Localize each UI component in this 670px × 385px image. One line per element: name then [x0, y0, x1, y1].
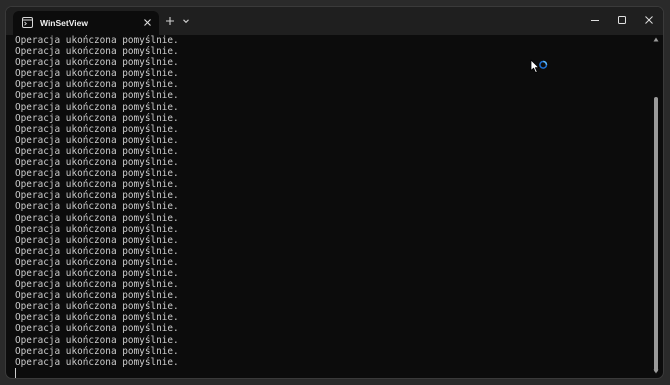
- output-line: Operacja ukończona pomyślnie.: [15, 123, 179, 135]
- output-line: Operacja ukończona pomyślnie.: [15, 35, 179, 46]
- output-line: Operacja ukończona pomyślnie.: [15, 267, 179, 279]
- output-line: Operacja ukończona pomyślnie.: [15, 112, 179, 124]
- output-line: Operacja ukończona pomyślnie.: [15, 334, 179, 346]
- busy-pointer-icon: [530, 59, 548, 74]
- output-line: Operacja ukończona pomyślnie.: [15, 223, 179, 235]
- output-line: Operacja ukończona pomyślnie.: [15, 245, 179, 257]
- output-line: Operacja ukończona pomyślnie.: [15, 279, 179, 291]
- output-line: Operacja ukończona pomyślnie.: [15, 79, 179, 91]
- output-line: Operacja ukończona pomyślnie.: [15, 46, 179, 58]
- terminal-icon: [22, 17, 33, 28]
- terminal-window: WinSetView Operacja ukończona pomyślnie.…: [5, 6, 664, 379]
- output-line: Operacja ukończona pomyślnie.: [15, 57, 179, 69]
- scroll-down-arrow-icon[interactable]: [653, 369, 659, 374]
- output-line: Operacja ukończona pomyślnie.: [15, 356, 179, 368]
- close-icon[interactable]: [142, 17, 153, 28]
- output-line: Operacja ukończona pomyślnie.: [15, 256, 179, 268]
- title-bar[interactable]: WinSetView: [6, 7, 663, 35]
- output-line: Operacja ukończona pomyślnie.: [15, 345, 179, 357]
- close-icon[interactable]: [642, 13, 656, 27]
- scrollbar-thumb[interactable]: [654, 97, 658, 372]
- minimize-icon[interactable]: [588, 13, 602, 27]
- output-line: Operacja ukończona pomyślnie.: [15, 168, 179, 180]
- plus-icon[interactable]: [164, 15, 176, 27]
- output-line: Operacja ukończona pomyślnie.: [15, 101, 179, 113]
- text-cursor: [15, 367, 16, 378]
- output-line: Operacja ukończona pomyślnie.: [15, 157, 179, 169]
- output-line: Operacja ukończona pomyślnie.: [15, 134, 179, 146]
- output-line: Operacja ukończona pomyślnie.: [15, 234, 179, 246]
- tab-winsetview[interactable]: WinSetView: [13, 11, 159, 35]
- output-line: Operacja ukończona pomyślnie.: [15, 68, 179, 80]
- tab-title: WinSetView: [40, 18, 88, 28]
- output-line: Operacja ukończona pomyślnie.: [15, 90, 179, 102]
- prompt-line[interactable]: [15, 367, 651, 378]
- output-line: Operacja ukończona pomyślnie.: [15, 323, 179, 335]
- output-line: Operacja ukończona pomyślnie.: [15, 212, 179, 224]
- output-line: Operacja ukończona pomyślnie.: [15, 301, 179, 313]
- terminal-output[interactable]: Operacja ukończona pomyślnie. Operacja u…: [6, 35, 651, 378]
- scroll-up-arrow-icon[interactable]: [653, 37, 659, 42]
- output-line: Operacja ukończona pomyślnie.: [15, 190, 179, 202]
- output-line: Operacja ukończona pomyślnie.: [15, 290, 179, 302]
- output-line: Operacja ukończona pomyślnie.: [15, 201, 179, 213]
- output-line: Operacja ukończona pomyślnie.: [15, 312, 179, 324]
- vertical-scrollbar[interactable]: [652, 35, 660, 374]
- output-line: Operacja ukończona pomyślnie.: [15, 179, 179, 191]
- chevron-down-icon[interactable]: [181, 16, 191, 26]
- maximize-icon[interactable]: [615, 13, 629, 27]
- output-line: Operacja ukończona pomyślnie.: [15, 145, 179, 157]
